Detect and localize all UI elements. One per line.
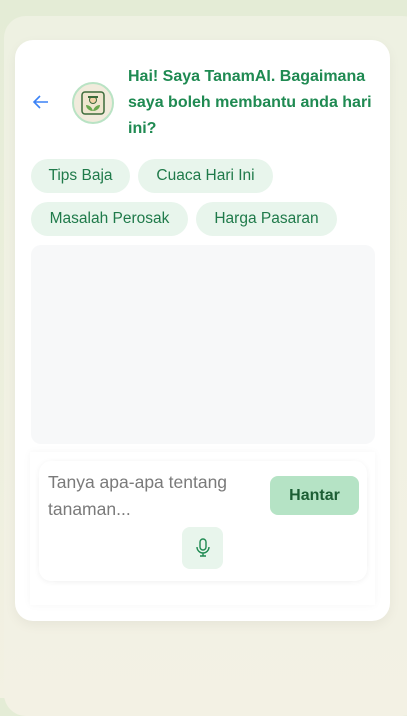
mic-button[interactable]	[182, 527, 223, 569]
chat-messages-area	[31, 245, 375, 444]
greeting-title: Hai! Saya TanamAI. Bagaimana saya boleh …	[128, 68, 372, 137]
input-card: Tanya apa-apa tentang tanaman... Hantar	[39, 461, 367, 581]
microphone-icon	[195, 538, 210, 557]
avatar	[72, 82, 114, 124]
arrow-left-icon	[32, 95, 48, 109]
input-section: Tanya apa-apa tentang tanaman... Hantar	[30, 452, 375, 605]
send-button[interactable]: Hantar	[270, 476, 359, 515]
suggestion-chip-perosak[interactable]: Masalah Perosak	[31, 202, 188, 236]
back-button[interactable]	[31, 90, 53, 114]
message-input[interactable]: Tanya apa-apa tentang tanaman...	[48, 469, 258, 523]
suggestion-chip-cuaca[interactable]: Cuaca Hari Ini	[138, 159, 273, 193]
suggestion-chip-tips-baja[interactable]: Tips Baja	[31, 159, 130, 193]
farmer-plant-icon	[81, 91, 105, 115]
suggestion-chip-harga[interactable]: Harga Pasaran	[196, 202, 337, 236]
